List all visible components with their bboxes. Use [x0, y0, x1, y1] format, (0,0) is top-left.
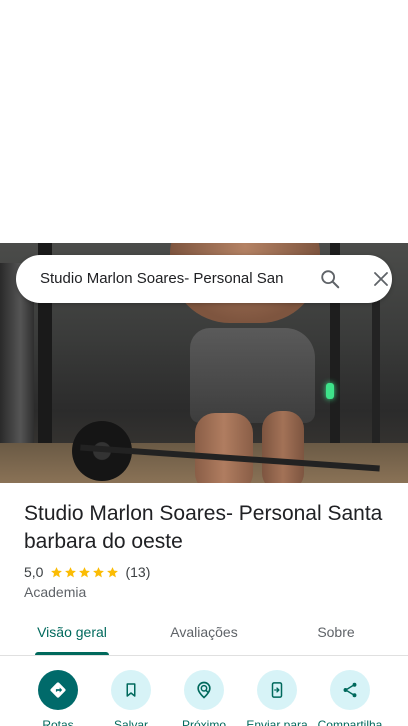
share-button[interactable]: Compartilha	[310, 668, 390, 726]
send-to-phone-button[interactable]: Enviar para	[237, 668, 317, 726]
star-icon	[107, 566, 119, 577]
place-title: Studio Marlon Soares- Personal Santa bar…	[24, 502, 383, 553]
search-icon	[321, 270, 340, 289]
tab-overview[interactable]: Visão geral	[24, 612, 120, 655]
green-light	[326, 383, 334, 399]
place-category: Academia	[24, 584, 87, 600]
send-to-phone-icon	[271, 682, 283, 698]
person-leg-left	[195, 413, 253, 483]
place-tabs: Visão geral Avaliações Sobre	[0, 612, 408, 656]
share-icon	[343, 682, 357, 698]
tab-about[interactable]: Sobre	[296, 612, 376, 655]
bookmark-icon	[126, 683, 136, 697]
rating-row[interactable]: 5,0 (13)	[24, 563, 150, 581]
tab-reviews[interactable]: Avaliações	[156, 612, 252, 655]
clear-search-button[interactable]	[365, 263, 397, 295]
save-label: Salvar	[113, 718, 148, 726]
rating-value: 5,0	[24, 564, 44, 580]
save-button[interactable]: Salvar	[91, 668, 171, 726]
person-shorts	[190, 328, 315, 423]
directions-icon	[50, 682, 66, 698]
action-buttons: Rotas Salvar Próximo Enviar para Compart…	[0, 668, 408, 726]
share-label: Compartilha	[317, 718, 383, 726]
search-bar[interactable]: Studio Marlon Soares- Personal San	[16, 255, 392, 303]
search-button[interactable]	[314, 263, 346, 295]
nearby-icon	[197, 681, 211, 699]
person-leg-right	[262, 411, 304, 483]
active-tab-indicator	[35, 652, 109, 655]
star-icon	[79, 566, 91, 577]
directions-button[interactable]: Rotas	[18, 668, 98, 726]
review-count: (13)	[125, 564, 151, 580]
star-icon	[93, 566, 105, 577]
directions-label: Rotas	[42, 718, 74, 726]
star-icon	[51, 566, 63, 577]
nearby-button[interactable]: Próximo	[164, 668, 244, 726]
send-to-phone-label: Enviar para	[246, 718, 308, 726]
close-icon	[374, 272, 388, 286]
map-blank-area	[0, 0, 408, 243]
rating-stars	[50, 566, 120, 579]
star-icon	[65, 566, 77, 577]
nearby-label: Próximo	[181, 718, 226, 726]
search-query[interactable]: Studio Marlon Soares- Personal San	[40, 255, 304, 303]
